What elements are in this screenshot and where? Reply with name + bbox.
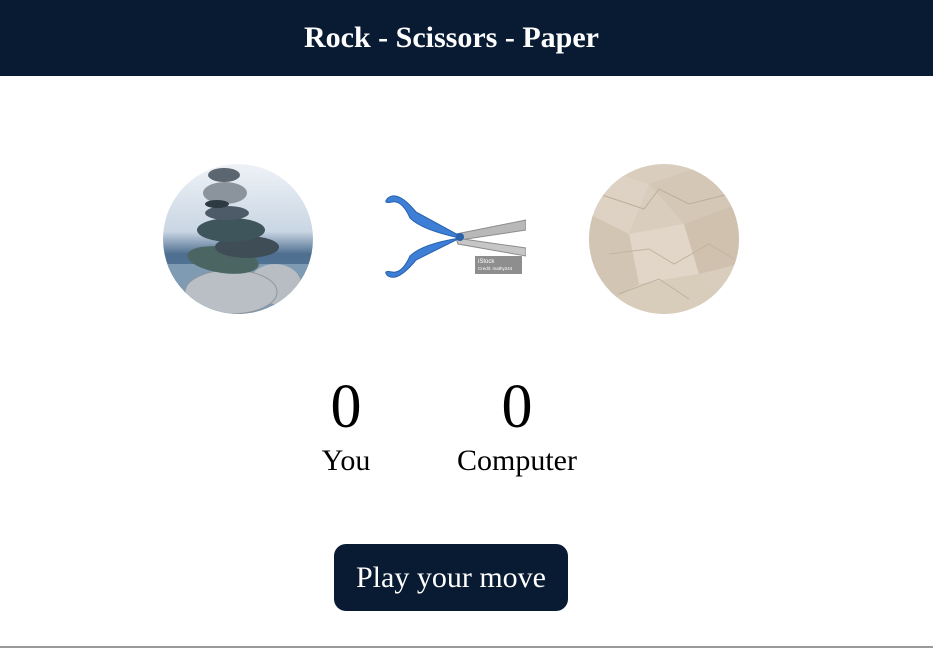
- image-credit: Credit: mathy244: [478, 266, 513, 271]
- scissors-icon: iStock Credit: mathy244: [376, 164, 526, 314]
- play-move-button[interactable]: Play your move: [334, 544, 568, 611]
- istock-watermark: iStock: [478, 259, 495, 265]
- page-title: Rock - Scissors - Paper: [304, 21, 599, 54]
- rock-stack-icon: [163, 164, 313, 314]
- user-score-value: 0: [330, 373, 362, 441]
- scissors-choice[interactable]: iStock Credit: mathy244: [376, 164, 526, 314]
- rock-choice[interactable]: [163, 164, 313, 314]
- crumpled-paper-icon: [589, 164, 739, 314]
- computer-score: 0 Computer: [437, 375, 597, 481]
- user-score-label: You: [321, 444, 371, 477]
- app-header: Rock - Scissors - Paper: [0, 0, 933, 76]
- paper-choice[interactable]: [589, 164, 739, 314]
- computer-score-label: Computer: [457, 444, 577, 477]
- computer-score-value: 0: [501, 373, 533, 441]
- user-score: 0 You: [266, 375, 426, 481]
